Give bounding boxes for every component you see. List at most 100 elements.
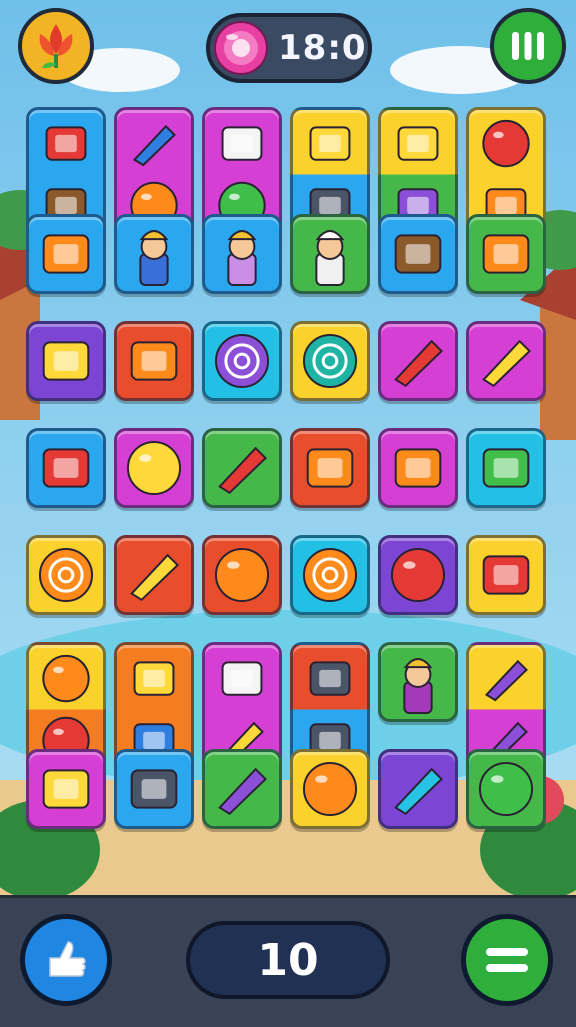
tv-screen-icon bbox=[309, 661, 351, 696]
flower-bud-icon bbox=[39, 24, 73, 68]
tile-art bbox=[139, 230, 169, 286]
pause-button[interactable] bbox=[490, 8, 566, 84]
timer-display: 18:0 bbox=[206, 13, 372, 83]
tile-art bbox=[227, 230, 257, 286]
timer-text: 18:0 bbox=[278, 28, 367, 68]
tile-art bbox=[482, 448, 530, 488]
game-tile[interactable] bbox=[114, 749, 194, 829]
game-tile[interactable] bbox=[466, 214, 546, 294]
game-tile[interactable] bbox=[202, 428, 282, 508]
game-tile[interactable] bbox=[290, 428, 370, 508]
powerup-button[interactable] bbox=[18, 8, 94, 84]
hint-button[interactable] bbox=[20, 914, 112, 1006]
purple-shovel-icon bbox=[218, 767, 267, 816]
game-tile[interactable] bbox=[114, 428, 194, 508]
game-tile[interactable] bbox=[202, 749, 282, 829]
game-tile[interactable] bbox=[378, 749, 458, 829]
grandma-character-icon bbox=[315, 230, 345, 286]
game-tile[interactable] bbox=[378, 214, 458, 294]
tile-art bbox=[214, 333, 270, 389]
game-tile[interactable] bbox=[290, 214, 370, 294]
game-tile[interactable] bbox=[26, 535, 106, 615]
white-gem-icon bbox=[221, 126, 263, 161]
tile-art bbox=[302, 333, 358, 389]
game-tile[interactable] bbox=[114, 214, 194, 294]
game-tile[interactable] bbox=[202, 535, 282, 615]
thumbs-up-hand-icon bbox=[49, 941, 86, 977]
game-tile[interactable] bbox=[26, 428, 106, 508]
potato-icon bbox=[133, 661, 175, 696]
tile-art bbox=[394, 448, 442, 488]
calendar-paint-icon bbox=[482, 234, 530, 274]
tile-art bbox=[218, 767, 267, 816]
yellow-bottle-icon bbox=[42, 769, 90, 809]
orange-bean-icon bbox=[130, 341, 178, 381]
tile-art bbox=[42, 448, 90, 488]
game-tile[interactable] bbox=[466, 749, 546, 829]
game-tile[interactable] bbox=[114, 535, 194, 615]
moves-counter: 10 bbox=[186, 921, 390, 999]
game-tile[interactable] bbox=[290, 535, 370, 615]
tile-art bbox=[306, 448, 354, 488]
game-tile[interactable] bbox=[26, 214, 106, 294]
white-grid-box-icon bbox=[221, 661, 263, 696]
tile-art bbox=[130, 341, 178, 381]
red-leaf-icon bbox=[45, 126, 87, 161]
game-tile[interactable] bbox=[466, 535, 546, 615]
tile-art bbox=[302, 761, 358, 817]
tile-art bbox=[394, 767, 443, 816]
game-tile[interactable] bbox=[466, 321, 546, 401]
red-bud-icon bbox=[42, 448, 90, 488]
green-blob-icon bbox=[478, 761, 534, 817]
tile-art bbox=[315, 230, 345, 286]
game-tile[interactable] bbox=[290, 749, 370, 829]
yellow-crayon-icon bbox=[482, 339, 531, 388]
tile-art bbox=[42, 769, 90, 809]
tile-art bbox=[126, 440, 182, 496]
red-heart-fruit-icon bbox=[482, 119, 530, 168]
tile-art bbox=[482, 234, 530, 274]
tile-art bbox=[214, 547, 270, 603]
tile-art bbox=[218, 446, 267, 495]
teal-swirl-icon bbox=[302, 333, 358, 389]
potted-flower-icon bbox=[42, 234, 90, 274]
yellow-egg-icon bbox=[126, 440, 182, 496]
strawberry-icon bbox=[42, 654, 90, 703]
game-tile[interactable] bbox=[290, 321, 370, 401]
microwave-icon bbox=[394, 448, 442, 488]
game-tile[interactable] bbox=[26, 321, 106, 401]
pause-icon bbox=[512, 32, 544, 60]
moves-text: 10 bbox=[257, 934, 319, 986]
red-sun-icon bbox=[390, 547, 446, 603]
game-tile[interactable] bbox=[26, 749, 106, 829]
tile-art bbox=[390, 547, 446, 603]
game-tile[interactable] bbox=[114, 321, 194, 401]
red-button-device-icon bbox=[482, 555, 530, 595]
crown-chocolate-icon bbox=[394, 234, 442, 274]
tile-art bbox=[394, 339, 443, 388]
game-tile[interactable] bbox=[378, 535, 458, 615]
cheese-wedge-icon bbox=[130, 553, 179, 602]
tile-art bbox=[130, 769, 178, 809]
game-tile[interactable] bbox=[378, 428, 458, 508]
game-tile[interactable] bbox=[378, 642, 458, 722]
tile-art bbox=[42, 234, 90, 274]
game-tile[interactable] bbox=[202, 321, 282, 401]
orange-blob-icon bbox=[302, 761, 358, 817]
tin-can-icon bbox=[130, 769, 178, 809]
menu-button[interactable] bbox=[461, 914, 553, 1006]
tile-art bbox=[482, 339, 531, 388]
lollipop-swirl-icon bbox=[302, 547, 358, 603]
game-tile[interactable] bbox=[202, 214, 282, 294]
tile-art bbox=[394, 234, 442, 274]
game-tile[interactable] bbox=[378, 321, 458, 401]
tile-art bbox=[38, 547, 94, 603]
tile-art bbox=[482, 555, 530, 595]
tile-art bbox=[403, 658, 433, 714]
game-tile[interactable] bbox=[466, 428, 546, 508]
menu-icon bbox=[486, 948, 528, 972]
blue-kite-icon bbox=[132, 124, 176, 167]
tile-art bbox=[42, 341, 90, 381]
rainbow-swirl-icon bbox=[38, 547, 94, 603]
boy-character-icon bbox=[403, 658, 433, 714]
